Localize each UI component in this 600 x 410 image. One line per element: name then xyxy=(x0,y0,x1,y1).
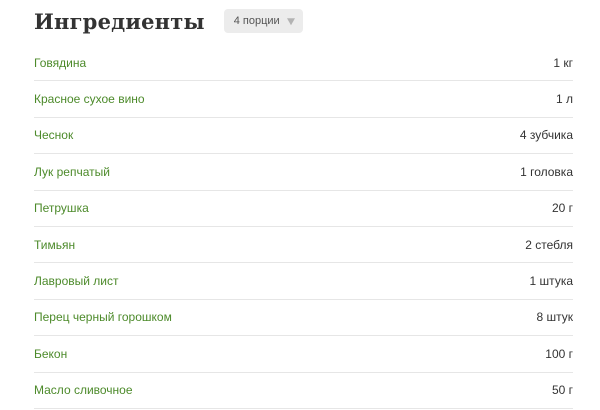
ingredient-quantity: 1 л xyxy=(555,92,573,107)
ingredient-name[interactable]: Тимьян xyxy=(34,238,75,252)
ingredient-name[interactable]: Масло сливочное xyxy=(34,383,133,397)
ingredient-quantity: 1 штука xyxy=(529,274,573,289)
ingredient-name[interactable]: Говядина xyxy=(34,56,86,70)
list-item: Бекон 100 г xyxy=(34,336,573,373)
ingredient-name[interactable]: Лавровый лист xyxy=(34,274,119,288)
list-item: Лавровый лист 1 штука xyxy=(34,263,573,300)
ingredient-quantity: 2 стебля xyxy=(525,237,573,252)
list-item: Масло сливочное 50 г xyxy=(34,373,573,409)
ingredients-header: Ингредиенты 4 порции xyxy=(34,6,303,36)
ingredient-quantity: 100 г xyxy=(545,346,573,361)
ingredient-name[interactable]: Бекон xyxy=(34,347,67,361)
ingredient-name[interactable]: Красное сухое вино xyxy=(34,92,145,106)
list-item: Красное сухое вино 1 л xyxy=(34,81,573,118)
servings-select[interactable]: 4 порции xyxy=(223,9,303,33)
list-item: Перец черный горошком 8 штук xyxy=(34,300,573,337)
ingredient-name[interactable]: Перец черный горошком xyxy=(34,310,172,324)
ingredient-name[interactable]: Чеснок xyxy=(34,128,73,142)
list-item: Тимьян 2 стебля xyxy=(34,227,573,264)
ingredient-quantity: 8 штук xyxy=(536,310,573,325)
page-title: Ингредиенты xyxy=(34,8,205,34)
chevron-down-icon[interactable] xyxy=(286,18,295,26)
ingredient-list: Говядина 1 кг Красное сухое вино 1 л Чес… xyxy=(34,45,573,409)
servings-select-value: 4 порции xyxy=(233,15,280,27)
ingredient-quantity: 4 зубчика xyxy=(519,128,573,143)
list-item: Петрушка 20 г xyxy=(34,191,573,227)
ingredient-quantity: 50 г xyxy=(551,383,573,398)
ingredient-quantity: 20 г xyxy=(551,201,573,216)
ingredient-name[interactable]: Лук репчатый xyxy=(34,165,110,179)
list-item: Лук репчатый 1 головка xyxy=(34,154,573,191)
ingredient-quantity: 1 кг xyxy=(553,55,573,70)
ingredient-quantity: 1 головка xyxy=(520,164,573,179)
list-item: Чеснок 4 зубчика xyxy=(34,118,573,155)
list-item: Говядина 1 кг xyxy=(34,45,573,82)
ingredient-name[interactable]: Петрушка xyxy=(34,201,89,215)
